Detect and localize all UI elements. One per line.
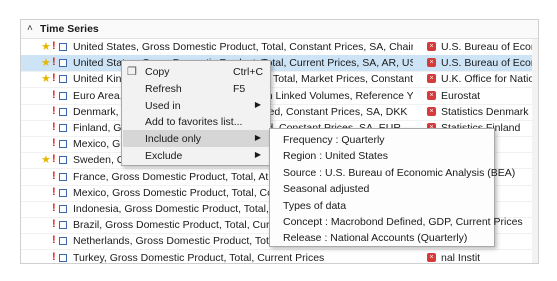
series-source: Statistics Denmark: [441, 105, 529, 118]
alert-icon: !: [52, 250, 56, 263]
menu-item-used-in[interactable]: Used in ▶: [123, 97, 269, 114]
copy-icon: ❐: [127, 66, 137, 78]
include-only-option-label: Source : U.S. Bureau of Economic Analysi…: [283, 166, 516, 179]
include-only-option-label: Seasonal adjusted: [283, 183, 370, 196]
source-icon: ×: [427, 106, 436, 116]
series-type-icon: [59, 91, 67, 100]
include-only-option[interactable]: Frequency : Quarterly: [271, 131, 493, 148]
menu-item-include-only[interactable]: Include only ▶: [123, 130, 269, 148]
source-icon: ×: [427, 58, 436, 68]
series-type-icon: [59, 59, 67, 68]
table-row[interactable]: ! Turkey, Gross Domestic Product, Total, …: [21, 250, 538, 264]
alert-icon: !: [52, 234, 56, 247]
include-only-option[interactable]: Release : National Accounts (Quarterly): [271, 229, 493, 246]
table-row[interactable]: !Denmark, Gross Domestic Product, Chaine…: [21, 104, 538, 121]
alert-icon: !: [52, 72, 56, 85]
menu-item-label: Copy: [145, 66, 170, 78]
alert-icon: !: [52, 88, 56, 101]
alert-icon: !: [52, 104, 56, 117]
menu-item-refresh[interactable]: Refresh F5: [123, 80, 269, 97]
include-only-option[interactable]: Source : U.S. Bureau of Economic Analysi…: [271, 164, 515, 181]
series-name: United States, Gross Domestic Product, T…: [73, 41, 413, 53]
alert-icon: !: [52, 218, 56, 231]
series-source: U.S. Bureau of Econom: [441, 57, 538, 70]
series-type-icon: [59, 237, 67, 246]
series-type-icon: [59, 107, 67, 116]
include-only-option[interactable]: Seasonal adjusted: [271, 180, 493, 197]
series-type-icon: [59, 172, 67, 181]
menu-item-exclude[interactable]: Exclude ▶: [123, 147, 269, 164]
include-only-option-label: Frequency : Quarterly: [283, 134, 385, 146]
include-only-option-label: Types of data: [283, 199, 347, 212]
star-icon[interactable]: ★: [41, 153, 51, 166]
alert-icon: !: [52, 153, 56, 166]
series-source: Eurostat: [441, 89, 481, 102]
star-icon[interactable]: ★: [41, 72, 51, 85]
include-only-option-label: Region : United States: [283, 150, 389, 163]
series-source: U.K. Office for National: [441, 73, 538, 86]
series-type-icon: [59, 43, 67, 51]
series-type-icon: [59, 205, 67, 213]
menu-item-label: Refresh: [145, 82, 182, 95]
menu-item-label: Used in: [145, 99, 181, 112]
source-icon: ×: [427, 90, 436, 100]
series-type-icon: [59, 156, 67, 165]
section-header[interactable]: ˄ Time Series: [21, 20, 538, 39]
context-menu: ❐ Copy Ctrl+C Refresh F5 Used in ▶ Add to favor…: [121, 60, 271, 166]
series-type-icon: [59, 188, 67, 197]
alert-icon: !: [52, 202, 56, 214]
source-icon: ×: [427, 42, 436, 51]
include-only-submenu: Frequency : Quarterly Region : United Sta…: [269, 128, 523, 247]
include-only-option[interactable]: Types of data: [271, 197, 493, 214]
table-row[interactable]: !Euro Area, Gross Domestic Product, Chai…: [21, 88, 538, 105]
vertical-scrollbar[interactable]: [532, 39, 538, 263]
section-title: Time Series: [40, 23, 99, 35]
alert-icon: !: [52, 56, 56, 69]
series-name: Turkey, Gross Domestic Product, Total, C…: [73, 251, 325, 264]
menu-item-add-to-favorites-list[interactable]: Add to favorites list...: [123, 113, 269, 130]
table-row[interactable]: ★!United Kingdom, Gross Domestic Product…: [21, 71, 538, 89]
alert-icon: !: [52, 121, 56, 133]
chevron-up-icon[interactable]: ˄: [27, 23, 33, 34]
menu-item-shortcut: Ctrl+C: [233, 66, 264, 78]
include-only-option[interactable]: Concept : Macrobond Defined, GDP, Curren…: [271, 213, 523, 230]
include-only-option[interactable]: Region : United States: [271, 147, 493, 164]
menu-item-label: Exclude: [145, 150, 183, 162]
table-row[interactable]: ★!United States, Gross Domestic Product,…: [21, 55, 538, 73]
submenu-arrow-icon: ▶: [254, 99, 261, 109]
submenu-arrow-icon: ▶: [254, 150, 261, 159]
series-type-icon: [59, 140, 67, 149]
include-only-option-label: Release : National Accounts (Quarterly): [283, 232, 468, 245]
include-only-option-label: Concept : Macrobond Defined, GDP, Curren…: [283, 216, 523, 228]
menu-item-shortcut: F5: [233, 82, 246, 95]
alert-icon: !: [52, 137, 56, 150]
star-icon[interactable]: ★: [41, 40, 51, 53]
series-source: U.S. Bureau of Econom: [441, 41, 538, 53]
submenu-arrow-icon: ▶: [254, 133, 261, 143]
series-type-icon: [59, 75, 67, 84]
alert-icon: !: [52, 169, 56, 182]
series-type-icon: [59, 124, 67, 132]
table-row[interactable]: ★! United States, Gross Domestic Product,…: [21, 39, 538, 56]
source-icon: ×: [427, 74, 436, 84]
alert-icon: !: [52, 40, 56, 52]
series-type-icon: [59, 221, 67, 230]
menu-item-label: Include only: [145, 133, 202, 146]
series-type-icon: [59, 253, 67, 262]
series-source: nal Instit: [441, 251, 481, 264]
source-icon: ×: [427, 252, 436, 262]
alert-icon: !: [52, 185, 56, 198]
menu-item-copy[interactable]: ❐ Copy Ctrl+C: [123, 63, 269, 80]
menu-item-label: Add to favorites list...: [145, 116, 243, 129]
star-icon[interactable]: ★: [41, 56, 51, 69]
